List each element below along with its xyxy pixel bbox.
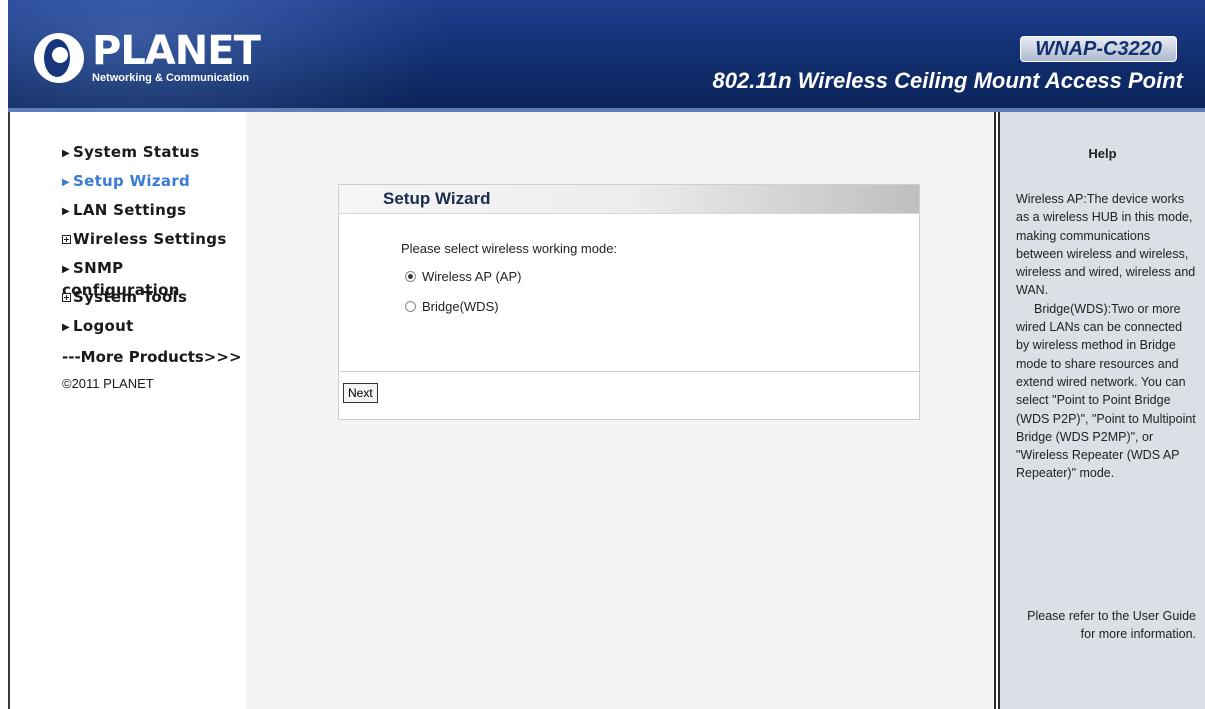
- logo-wordmark: PLANET: [92, 28, 261, 74]
- sidebar-item-label: Logout: [73, 317, 134, 335]
- triangle-right-icon: ▶: [62, 264, 70, 275]
- option-bridge-wds[interactable]: Bridge(WDS): [405, 299, 499, 314]
- triangle-right-icon: ▶: [62, 322, 70, 333]
- wizard-divider: [339, 371, 919, 372]
- wizard-title-bar: Setup Wizard: [339, 185, 919, 214]
- sidebar-item-label: Setup Wizard: [73, 172, 191, 190]
- option-label: Bridge(WDS): [422, 299, 499, 314]
- sidebar: ▶ System Status ▶ Setup Wizard ▶ LAN Settin…: [8, 112, 246, 709]
- sidebar-item-snmp-configuration[interactable]: ▶ SNMP configuration: [62, 258, 246, 299]
- wireless-ap-radio[interactable]: [405, 271, 416, 282]
- expand-plus-icon[interactable]: [62, 235, 71, 244]
- sidebar-item-wireless-settings[interactable]: Wireless Settings: [62, 229, 246, 258]
- expand-plus-icon[interactable]: [62, 293, 71, 302]
- planet-logo-icon: [34, 33, 84, 83]
- product-title: 802.11n Wireless Ceiling Mount Access Po…: [712, 68, 1184, 93]
- sidebar-item-label: System Tools: [73, 288, 188, 306]
- header-banner: PLANET Networking & Communication WNAP-C…: [8, 0, 1205, 112]
- sidebar-item-logout[interactable]: ▶ Logout: [62, 316, 246, 345]
- bridge-wds-radio[interactable]: [405, 301, 416, 312]
- more-products-link[interactable]: ---More Products>>>: [62, 348, 242, 366]
- sidebar-item-label: System Status: [73, 143, 200, 161]
- sidebar-item-lan-settings[interactable]: ▶ LAN Settings: [62, 200, 246, 229]
- planet-logo: PLANET Networking & Communication: [34, 28, 261, 84]
- copyright-text: ©2011 PLANET: [62, 376, 154, 391]
- sidebar-item-label: LAN Settings: [73, 201, 187, 219]
- help-text: Wireless AP:The device works as a wirele…: [1016, 190, 1196, 483]
- option-label: Wireless AP (AP): [422, 269, 522, 284]
- triangle-right-icon: ▶: [62, 206, 70, 217]
- triangle-right-icon: ▶: [62, 148, 70, 159]
- model-badge: WNAP-C3220: [1020, 36, 1177, 62]
- wizard-title: Setup Wizard: [383, 189, 491, 208]
- help-title: Help: [1088, 146, 1117, 161]
- sidebar-item-system-status[interactable]: ▶ System Status: [62, 142, 246, 171]
- sidebar-nav: ▶ System Status ▶ Setup Wizard ▶ LAN Settin…: [62, 142, 246, 345]
- sidebar-item-setup-wizard[interactable]: ▶ Setup Wizard: [62, 171, 246, 200]
- page-frame: PLANET Networking & Communication WNAP-C…: [8, 0, 1205, 709]
- logo-tagline: Networking & Communication: [92, 72, 250, 84]
- sidebar-item-system-tools[interactable]: System Tools: [62, 287, 246, 316]
- option-wireless-ap[interactable]: Wireless AP (AP): [405, 269, 521, 284]
- next-button[interactable]: Next: [343, 383, 378, 403]
- setup-wizard-panel: Setup Wizard Please select wireless work…: [338, 184, 920, 420]
- main-content: Setup Wizard Please select wireless work…: [246, 112, 994, 709]
- help-refer-note: Please refer to the User Guide for more …: [1027, 609, 1196, 642]
- help-paragraph-ap: Wireless AP:The device works as a wirele…: [1016, 192, 1196, 298]
- mode-prompt: Please select wireless working mode:: [401, 241, 618, 256]
- help-panel: Help Wireless AP:The device works as a w…: [994, 112, 1205, 709]
- sidebar-item-label: Wireless Settings: [73, 230, 227, 248]
- help-panel-border: [994, 112, 1000, 709]
- triangle-right-icon: ▶: [62, 177, 70, 188]
- help-paragraph-bridge: Bridge(WDS):Two or more wired LANs can b…: [1016, 301, 1196, 481]
